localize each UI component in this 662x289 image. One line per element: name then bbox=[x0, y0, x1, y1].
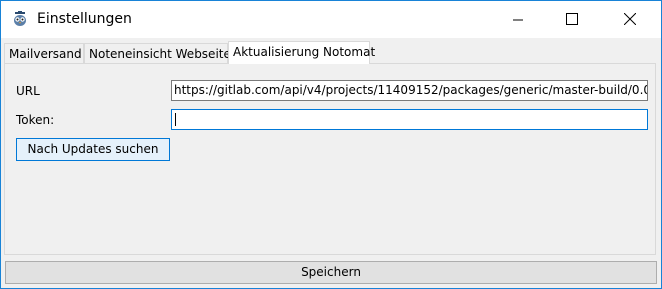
minimize-icon bbox=[513, 10, 523, 29]
tab-noteneinsicht-webseite[interactable]: Noteneinsicht Webseite bbox=[84, 43, 231, 63]
title-bar[interactable]: Einstellungen bbox=[1, 1, 661, 38]
save-button[interactable]: Speichern bbox=[5, 261, 657, 284]
close-button[interactable] bbox=[607, 1, 653, 38]
minimize-button[interactable] bbox=[495, 1, 541, 38]
token-label: Token: bbox=[16, 113, 55, 127]
maximize-button[interactable] bbox=[549, 1, 595, 38]
owl-icon bbox=[12, 11, 28, 27]
window-title: Einstellungen bbox=[37, 11, 132, 27]
tab-mailversand[interactable]: Mailversand bbox=[4, 43, 84, 63]
url-field[interactable]: https://gitlab.com/api/v4/projects/11409… bbox=[171, 80, 648, 101]
settings-window: Einstellungen Mailversand Noteneinsicht … bbox=[0, 0, 662, 289]
close-icon bbox=[623, 10, 637, 29]
tab-panel-aktualisierung: URL https://gitlab.com/api/v4/projects/1… bbox=[4, 63, 656, 255]
tab-aktualisierung-notomat[interactable]: Aktualisierung Notomat bbox=[228, 41, 375, 64]
token-field[interactable] bbox=[171, 109, 648, 130]
text-caret bbox=[175, 113, 176, 126]
maximize-icon bbox=[566, 10, 578, 29]
url-label: URL bbox=[16, 84, 40, 98]
check-updates-button[interactable]: Nach Updates suchen bbox=[16, 138, 170, 161]
